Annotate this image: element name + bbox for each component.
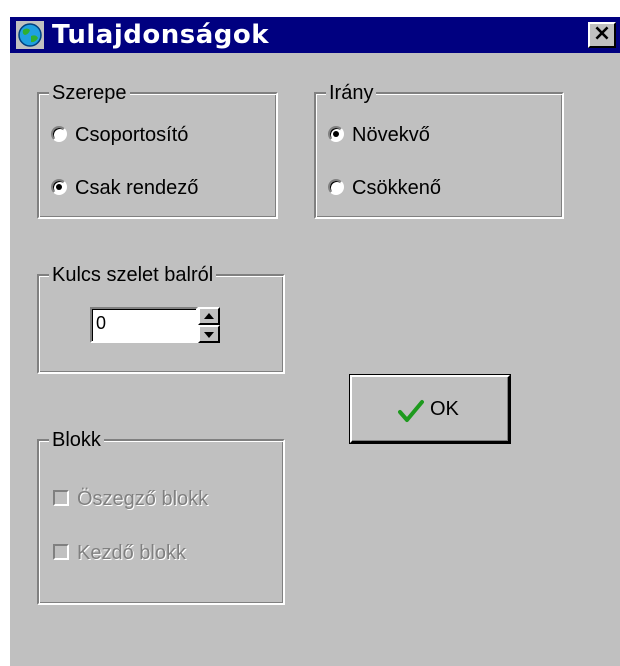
ok-label: OK <box>430 398 459 420</box>
ok-button[interactable]: OK <box>349 374 511 444</box>
checkbox-label: Kezdő blokk <box>77 542 186 564</box>
radio-label: Növekvő <box>352 124 430 146</box>
radio-label: Csak rendező <box>75 177 199 199</box>
dialog-title: Tulajdonságok <box>52 20 270 50</box>
radio-selected-icon[interactable] <box>51 178 67 195</box>
radio-novekvo[interactable]: Növekvő <box>328 123 430 147</box>
radio-csoportosito[interactable]: Csoportosító <box>51 123 188 147</box>
radio-circle-icon[interactable] <box>328 178 344 195</box>
arrow-down-icon <box>204 332 214 338</box>
checkmark-icon <box>398 400 424 422</box>
role-group-label: Szerepe <box>49 80 130 106</box>
radio-label: Csoportosító <box>75 124 189 146</box>
key-slice-input[interactable]: 0 <box>90 307 198 343</box>
checkbox-kezdo-blokk[interactable]: Kezdő blokk <box>53 541 186 565</box>
checkbox-icon[interactable] <box>53 543 69 560</box>
role-groupbox: Szerepe Csoportosító Csak rendező <box>37 80 278 219</box>
checkbox-icon[interactable] <box>53 489 69 506</box>
arrow-up-icon <box>204 313 214 319</box>
title-bar[interactable]: Tulajdonságok × <box>10 17 620 53</box>
direction-groupbox: Irány Növekvő Csökkenő <box>314 80 564 219</box>
radio-csokkeno[interactable]: Csökkenő <box>328 176 441 200</box>
radio-label: Csökkenő <box>352 177 441 199</box>
checkbox-oszegzo-blokk[interactable]: Öszegző blokk <box>53 487 208 511</box>
close-button[interactable]: × <box>588 22 616 48</box>
radio-selected-icon[interactable] <box>328 125 344 142</box>
radio-csak-rendezo[interactable]: Csak rendező <box>51 176 198 200</box>
block-groupbox: Blokk Öszegző blokk Kezdő blokk <box>37 427 285 605</box>
spin-down-button[interactable] <box>198 325 220 343</box>
app-globe-icon <box>16 21 44 49</box>
spin-up-button[interactable] <box>198 307 220 325</box>
key-slice-group-label: Kulcs szelet balról <box>49 262 217 288</box>
block-group-label: Blokk <box>49 427 104 453</box>
checkbox-label: Öszegző blokk <box>77 488 209 510</box>
direction-group-label: Irány <box>326 80 377 106</box>
radio-circle-icon[interactable] <box>51 125 67 142</box>
properties-dialog: Tulajdonságok × Szerepe Csoportosító Csa… <box>8 15 620 666</box>
